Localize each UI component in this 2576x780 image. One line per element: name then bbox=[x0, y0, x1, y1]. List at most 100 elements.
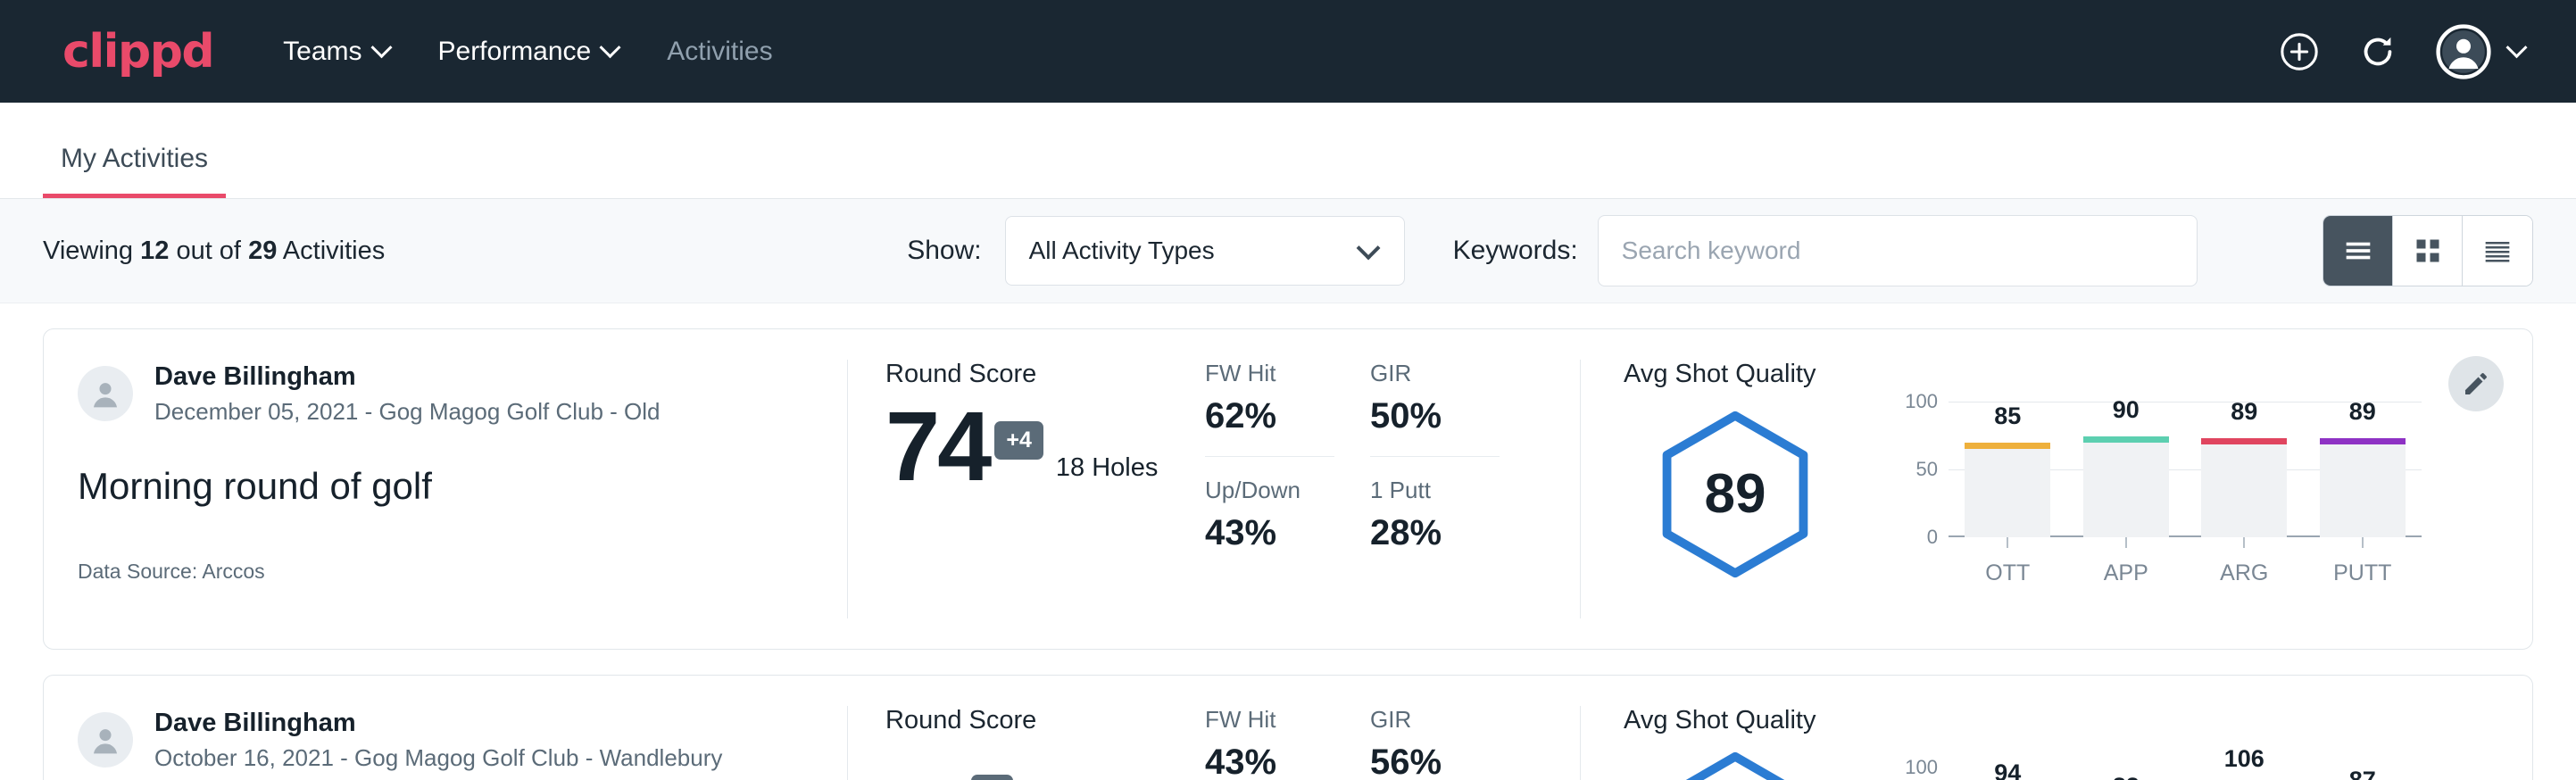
stat-label: Up/Down bbox=[1205, 477, 1334, 504]
stat-fw-hit: FW Hit 62% bbox=[1205, 360, 1334, 457]
chart-bars: 94 82 bbox=[1949, 768, 2422, 780]
keywords-label: Keywords: bbox=[1453, 236, 1578, 266]
grid-view-icon bbox=[2410, 233, 2446, 269]
nav-item-activities[interactable]: Activities bbox=[667, 37, 772, 67]
compact-view-button[interactable] bbox=[2463, 216, 2532, 286]
activity-title: Morning round of golf bbox=[78, 465, 811, 508]
round-score-value-row: 74 +4 18 Holes bbox=[885, 402, 1187, 492]
chart-bars: 85 90 bbox=[1949, 402, 2422, 537]
bar-app bbox=[2083, 436, 2169, 537]
bar-value-label: 94 bbox=[1949, 759, 2067, 780]
bar-group-ott: 94 bbox=[1949, 768, 2067, 780]
bar-group-putt: 87 bbox=[2304, 768, 2422, 780]
stat-value: 43% bbox=[1205, 743, 1334, 780]
account-avatar-icon bbox=[2436, 24, 2491, 79]
chevron-down-icon bbox=[600, 37, 621, 58]
hexagon-icon bbox=[1648, 748, 1823, 780]
nav-actions bbox=[2279, 24, 2524, 79]
chart-plot-area: 85 90 bbox=[1949, 402, 2422, 537]
activity-type-value: All Activity Types bbox=[1029, 236, 1215, 265]
bar-value-label: 90 bbox=[2067, 396, 2186, 424]
avg-shot-quality-hexagon bbox=[1624, 748, 1847, 780]
list-view-icon bbox=[2340, 233, 2376, 269]
shot-quality-column: Avg Shot Quality 89 100 50 0 bbox=[1581, 360, 2532, 618]
bar-group-app: 82 bbox=[2067, 768, 2186, 780]
bar-cap bbox=[2083, 436, 2169, 443]
viewing-mid: out of bbox=[176, 236, 241, 265]
stat-label: FW Hit bbox=[1205, 360, 1334, 387]
activity-date-venue: December 05, 2021 - Gog Magog Golf Club … bbox=[154, 396, 661, 427]
nav-item-teams[interactable]: Teams bbox=[283, 37, 388, 67]
bar-group-arg: 89 bbox=[2185, 402, 2304, 537]
stat-label: GIR bbox=[1370, 360, 1500, 387]
round-score-label: Round Score bbox=[885, 360, 1187, 389]
round-score-label: Round Score bbox=[885, 706, 1187, 735]
chevron-down-icon bbox=[2505, 37, 2527, 58]
x-tick-label: ARG bbox=[2185, 560, 2304, 586]
y-tick-label: 50 bbox=[1916, 458, 1938, 481]
stat-value: 56% bbox=[1370, 743, 1500, 780]
stat-label: FW Hit bbox=[1205, 706, 1334, 734]
chevron-down-icon bbox=[1356, 236, 1380, 260]
bar-ott bbox=[1965, 443, 2050, 537]
author-name: Dave Billingham bbox=[154, 360, 661, 394]
refresh-button[interactable] bbox=[2357, 31, 2398, 72]
add-activity-button[interactable] bbox=[2279, 31, 2320, 72]
tick bbox=[1949, 537, 2067, 548]
clippd-logo[interactable]: clippd bbox=[62, 25, 213, 79]
score-to-par-badge: +4 bbox=[994, 421, 1043, 460]
avg-shot-quality-hexagon: 89 bbox=[1624, 407, 1847, 582]
edit-activity-button[interactable] bbox=[2448, 356, 2504, 411]
top-navigation-bar: clippd Teams Performance Activities bbox=[0, 0, 2576, 103]
search-input[interactable] bbox=[1598, 215, 2198, 286]
chart-y-axis: 100 50 0 bbox=[1882, 402, 1938, 537]
bar-arg bbox=[2201, 438, 2287, 537]
stat-value: 50% bbox=[1370, 396, 1500, 436]
nav-item-label: Performance bbox=[438, 37, 592, 67]
holes-played: 18 Holes bbox=[1056, 453, 1158, 492]
y-tick-label: 100 bbox=[1905, 756, 1938, 779]
tab-my-activities[interactable]: My Activities bbox=[43, 144, 226, 198]
activity-card[interactable]: Dave Billingham October 16, 2021 - Gog M… bbox=[43, 675, 2533, 780]
chart-y-axis: 100 bbox=[1882, 768, 1938, 780]
grid-view-button[interactable] bbox=[2393, 216, 2463, 286]
filter-toolbar: Viewing 12 out of 29 Activities Show: Al… bbox=[0, 199, 2576, 303]
bar-value-label: 89 bbox=[2185, 398, 2304, 426]
stat-one-putt: 1 Putt 28% bbox=[1370, 477, 1500, 553]
bar-value-label: 87 bbox=[2304, 767, 2422, 780]
x-tick-label: PUTT bbox=[2304, 560, 2422, 586]
activity-data-source: Data Source: Arccos bbox=[78, 560, 811, 584]
y-tick-label: 0 bbox=[1927, 526, 1938, 549]
bar-group-app: 90 bbox=[2067, 402, 2186, 537]
chart-x-ticks bbox=[1949, 537, 2422, 548]
tick bbox=[2304, 537, 2422, 548]
avatar bbox=[78, 712, 133, 768]
avg-shot-quality-value: 89 bbox=[1624, 462, 1847, 526]
activity-author: Dave Billingham October 16, 2021 - Gog M… bbox=[78, 706, 811, 774]
activity-author: Dave Billingham December 05, 2021 - Gog … bbox=[78, 360, 811, 427]
stat-gir: GIR 56% bbox=[1370, 706, 1500, 780]
stat-value: 62% bbox=[1205, 396, 1334, 436]
bar-value-label: 82 bbox=[2067, 773, 2186, 780]
show-label: Show: bbox=[907, 236, 981, 266]
view-mode-toggle-group bbox=[2323, 215, 2533, 286]
round-stats-column: FW Hit 43% GIR 56% bbox=[1205, 706, 1580, 780]
account-menu-button[interactable] bbox=[2436, 24, 2524, 79]
activity-card[interactable]: Dave Billingham December 05, 2021 - Gog … bbox=[43, 328, 2533, 650]
bar-value-label: 85 bbox=[1949, 402, 2067, 430]
list-view-button[interactable] bbox=[2323, 216, 2393, 286]
activities-count-summary: Viewing 12 out of 29 Activities bbox=[43, 236, 385, 266]
nav-item-performance[interactable]: Performance bbox=[438, 37, 619, 67]
viewing-total: 29 bbox=[248, 236, 277, 265]
activity-type-select[interactable]: All Activity Types bbox=[1005, 216, 1405, 286]
viewing-count: 12 bbox=[140, 236, 169, 265]
shot-quality-bar-chart: 100 94 bbox=[1882, 768, 2422, 780]
plus-circle-icon bbox=[2279, 31, 2320, 72]
person-avatar-icon bbox=[85, 373, 126, 414]
avatar bbox=[78, 366, 133, 421]
person-avatar-icon bbox=[85, 719, 126, 760]
stat-gir: GIR 50% bbox=[1370, 360, 1500, 457]
tab-bar: My Activities bbox=[0, 103, 2576, 199]
bar-cap bbox=[2201, 438, 2287, 444]
show-filter-group: Show: All Activity Types bbox=[907, 216, 1404, 286]
